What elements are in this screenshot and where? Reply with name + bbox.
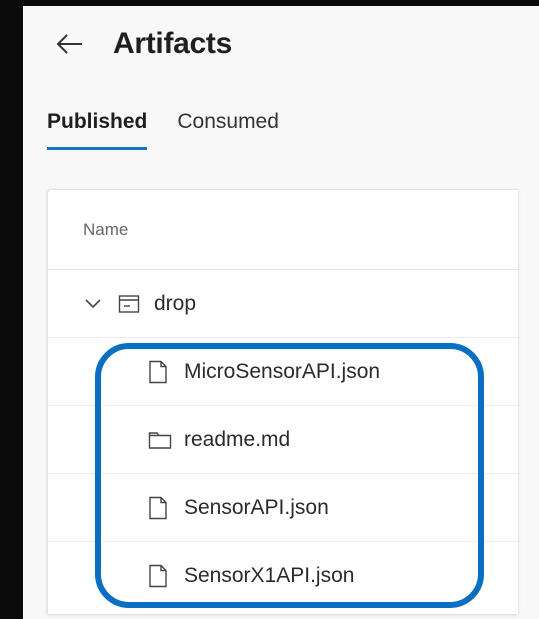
- folder-row-drop[interactable]: drop: [48, 270, 518, 338]
- file-row[interactable]: MicroSensorAPI.json: [48, 338, 518, 406]
- artifacts-table: Name drop MicroSensorAPI.json readme.md: [47, 189, 518, 614]
- archive-icon: [118, 292, 142, 316]
- folder-icon: [148, 428, 172, 452]
- column-header-name: Name: [48, 190, 518, 270]
- folder-name: drop: [154, 291, 197, 315]
- arrow-left-icon: [56, 34, 82, 54]
- tab-published[interactable]: Published: [47, 110, 148, 150]
- file-name: MicroSensorAPI.json: [184, 359, 381, 383]
- file-icon: [148, 360, 172, 384]
- page-title: Artifacts: [113, 27, 232, 60]
- file-icon: [148, 496, 172, 520]
- file-name: SensorAPI.json: [184, 495, 329, 519]
- file-row[interactable]: SensorX1API.json: [48, 542, 518, 610]
- page-header: Artifacts: [55, 27, 232, 61]
- file-row[interactable]: SensorAPI.json: [48, 474, 518, 542]
- tab-consumed[interactable]: Consumed: [177, 110, 279, 150]
- file-row[interactable]: readme.md: [48, 406, 518, 474]
- file-icon: [148, 564, 172, 588]
- chevron-down-icon[interactable]: [84, 294, 104, 314]
- tab-bar: Published Consumed: [47, 110, 309, 150]
- file-name: SensorX1API.json: [184, 564, 355, 587]
- file-name: readme.md: [184, 427, 291, 451]
- back-button[interactable]: [55, 29, 85, 59]
